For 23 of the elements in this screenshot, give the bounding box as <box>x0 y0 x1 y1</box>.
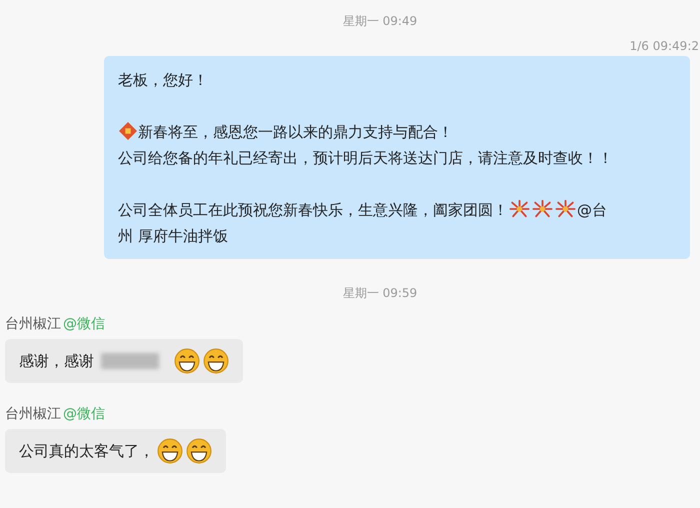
message-text: 老板，您好！ <box>118 71 208 89</box>
message-text: 公司给您备的年礼已经寄出，预计明后天将送达门店，请注意及时查收！！ <box>118 149 613 167</box>
message-text: 州 厚府牛油拌饭 <box>118 227 228 245</box>
message-text: 感谢，感谢 <box>19 352 94 370</box>
message-time: 1/6 09:49:2 <box>630 39 699 53</box>
date-separator: 星期一 09:49 <box>342 13 418 30</box>
message-text: 新春将至，感恩您一路以来的鼎力支持与配合！ <box>138 123 453 141</box>
firework-icon <box>508 199 531 219</box>
message-text: @台 <box>577 201 607 219</box>
message-text: 公司真的太客气了， <box>19 442 154 460</box>
date-separator: 星期一 09:59 <box>342 285 418 302</box>
firework-icon <box>531 199 554 219</box>
message-text: 公司全体员工在此预祝您新春快乐，生意兴隆，阖家团圆！ <box>118 201 508 219</box>
grin-emoji-icon <box>203 348 229 374</box>
sender-source: @微信 <box>63 406 105 422</box>
blurred-text <box>101 353 159 369</box>
sender-source: @微信 <box>63 316 105 332</box>
firework-icon <box>554 199 577 219</box>
sender-name: 台州椒江 <box>5 316 61 332</box>
sender-name: 台州椒江 <box>5 406 61 422</box>
grin-emoji-icon <box>157 438 183 464</box>
grin-emoji-icon <box>174 348 200 374</box>
grin-emoji-icon <box>186 438 212 464</box>
